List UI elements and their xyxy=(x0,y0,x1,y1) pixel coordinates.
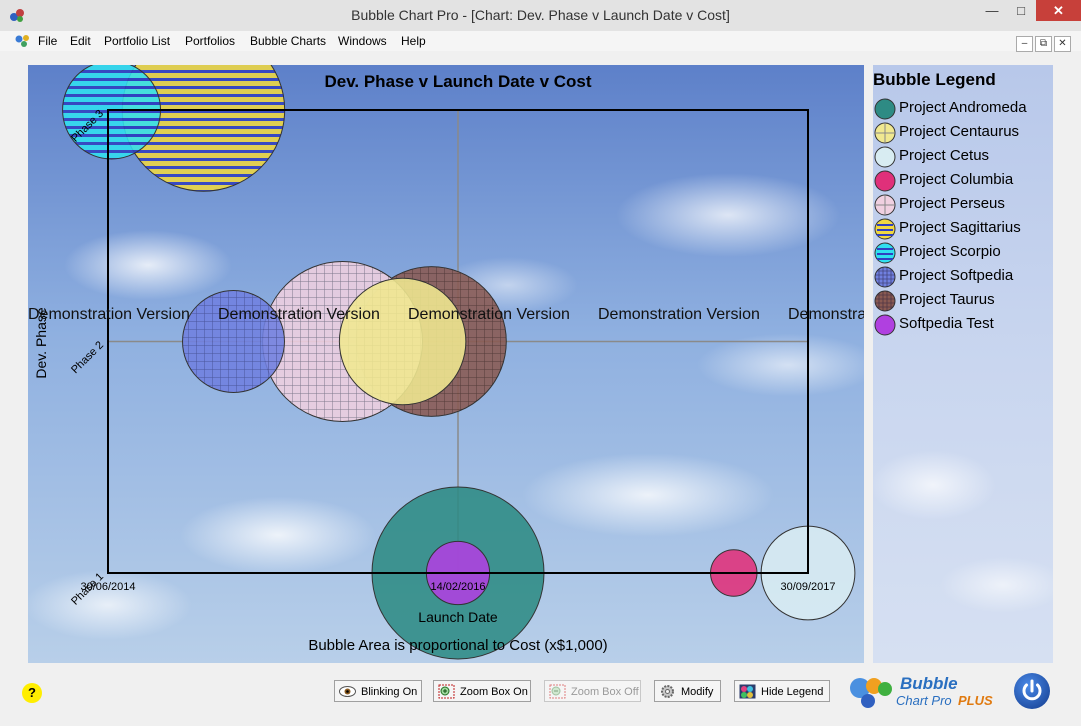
legend-item-project-sagittarius[interactable]: Project Sagittarius xyxy=(873,217,1053,241)
maximize-button[interactable]: □ xyxy=(1006,0,1036,22)
menu-file[interactable]: File xyxy=(38,34,57,48)
mdi-close-button[interactable]: ✕ xyxy=(1054,36,1071,52)
watermark-text: Demonstration Version xyxy=(598,306,760,323)
legend-panel: Bubble Legend Project Andromeda Project C… xyxy=(873,65,1053,663)
y-tick-label: Phase 2 xyxy=(69,339,106,376)
mdi-controls: – ⧉ ✕ xyxy=(1016,33,1073,52)
logo-text-plus: PLUS xyxy=(958,693,993,708)
bubble-chart[interactable]: Dev. Phase v Launch Date v Cost Launch Da… xyxy=(28,65,864,663)
x-axis-label: Launch Date xyxy=(418,609,498,625)
legend-swatch-icon xyxy=(874,242,896,264)
legend-item-project-cetus[interactable]: Project Cetus xyxy=(873,145,1053,169)
exit-power-button[interactable] xyxy=(1014,673,1050,709)
legend-item-label: Project Centaurus xyxy=(899,123,1020,140)
legend-swatch-icon xyxy=(874,98,896,120)
legend-item-project-taurus[interactable]: Project Taurus xyxy=(873,289,1053,313)
menu-edit[interactable]: Edit xyxy=(70,34,91,48)
menu-portfolio-list[interactable]: Portfolio List xyxy=(104,34,170,48)
legend-swatch-icon xyxy=(874,122,896,144)
legend-item-project-andromeda[interactable]: Project Andromeda xyxy=(873,97,1053,121)
legend-icon xyxy=(739,684,756,699)
legend-swatch-icon xyxy=(874,266,896,288)
legend-swatch-icon xyxy=(874,314,896,336)
window-title: Bubble Chart Pro - [Chart: Dev. Phase v … xyxy=(351,7,730,23)
legend-item-label: Project Scorpio xyxy=(899,243,1001,260)
blinking-on-button[interactable]: Blinking On xyxy=(334,680,422,702)
chart-area[interactable]: Dev. Phase v Launch Date v Cost Launch Da… xyxy=(28,65,864,663)
zoom-in-icon xyxy=(438,684,455,699)
legend-item-label: Softpedia Test xyxy=(899,315,994,332)
blinking-on-label: Blinking On xyxy=(361,686,418,698)
watermark-text: Demonstration Version xyxy=(408,306,570,323)
legend-item-project-scorpio[interactable]: Project Scorpio xyxy=(873,241,1053,265)
zoom-out-icon xyxy=(549,684,566,699)
chart-title: Dev. Phase v Launch Date v Cost xyxy=(324,72,591,91)
menu-windows[interactable]: Windows xyxy=(338,34,387,48)
legend-item-project-columbia[interactable]: Project Columbia xyxy=(873,169,1053,193)
hide-legend-button[interactable]: Hide Legend xyxy=(734,680,830,702)
watermark-text: Demonstration Version xyxy=(28,306,190,323)
legend-item-label: Project Taurus xyxy=(899,291,995,308)
document-icon[interactable] xyxy=(15,34,31,48)
zoom-box-on-label: Zoom Box On xyxy=(460,686,528,698)
legend-swatch-icon xyxy=(874,146,896,168)
legend-item-label: Project Perseus xyxy=(899,195,1005,212)
legend-item-project-softpedia[interactable]: Project Softpedia xyxy=(873,265,1053,289)
power-icon xyxy=(1022,679,1042,701)
bubble-project-centaurus xyxy=(338,277,467,406)
legend-swatch-icon xyxy=(874,194,896,216)
modify-label: Modify xyxy=(681,686,714,698)
legend-item-label: Project Softpedia xyxy=(899,267,1014,284)
mdi-restore-button[interactable]: ⧉ xyxy=(1035,36,1052,52)
bottom-toolbar: ? Blinking On Zoom Box On Zoom Box Off M… xyxy=(0,667,1081,726)
logo-text-chart-pro: Chart Pro xyxy=(896,693,952,708)
help-button[interactable]: ? xyxy=(22,683,42,703)
logo-text-bubble: Bubble xyxy=(900,674,958,693)
legend-item-label: Project Sagittarius xyxy=(899,219,1021,236)
legend-item-project-perseus[interactable]: Project Perseus xyxy=(873,193,1053,217)
menu-portfolios[interactable]: Portfolios xyxy=(185,34,235,48)
close-button[interactable]: ✕ xyxy=(1036,0,1081,21)
eye-icon xyxy=(339,686,356,697)
logo-bubbles-icon xyxy=(850,678,892,708)
legend-item-project-centaurus[interactable]: Project Centaurus xyxy=(873,121,1053,145)
menu-bubble-charts[interactable]: Bubble Charts xyxy=(250,34,326,48)
bubble-chart-pro-logo: Bubble Chart Pro PLUS xyxy=(848,672,1008,712)
legend-item-label: Project Cetus xyxy=(899,147,990,164)
minimize-button[interactable]: — xyxy=(977,0,1007,22)
legend-title: Bubble Legend xyxy=(873,70,996,89)
title-bar: Bubble Chart Pro - [Chart: Dev. Phase v … xyxy=(0,0,1081,32)
legend-swatch-icon xyxy=(874,218,896,240)
hide-legend-label: Hide Legend xyxy=(761,686,824,698)
mdi-minimize-button[interactable]: – xyxy=(1016,36,1033,52)
legend-item-softpedia-test[interactable]: Softpedia Test xyxy=(873,313,1053,337)
zoom-box-off-button[interactable]: Zoom Box Off xyxy=(544,680,641,702)
zoom-box-off-label: Zoom Box Off xyxy=(571,686,639,698)
modify-button[interactable]: Modify xyxy=(654,680,721,702)
legend-swatch-icon xyxy=(874,290,896,312)
zoom-box-on-button[interactable]: Zoom Box On xyxy=(433,680,531,702)
legend-item-label: Project Andromeda xyxy=(899,99,1027,116)
bubble-area-note: Bubble Area is proportional to Cost (x$1… xyxy=(308,637,607,654)
legend-item-label: Project Columbia xyxy=(899,171,1014,188)
menu-bar: File Edit Portfolio List Portfolios Bubb… xyxy=(0,31,1081,51)
x-tick-label: 14/02/2016 xyxy=(430,581,485,593)
watermark-text: Demonstration Version xyxy=(218,306,380,323)
gear-icon xyxy=(661,685,674,698)
x-tick-label: 30/09/2017 xyxy=(780,581,835,593)
watermark-text: Demonstration Version xyxy=(788,306,864,323)
menu-help[interactable]: Help xyxy=(401,34,426,48)
legend-swatch-icon xyxy=(874,170,896,192)
